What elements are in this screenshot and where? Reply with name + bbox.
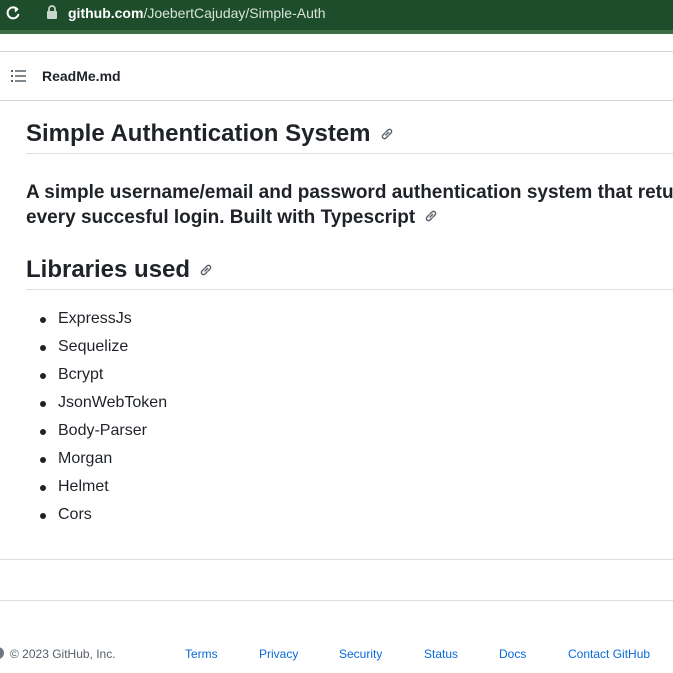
- bullet: [40, 485, 46, 491]
- footer-link-docs[interactable]: Docs: [499, 647, 526, 661]
- link-icon[interactable]: [198, 262, 214, 278]
- library-name: Sequelize: [58, 338, 129, 355]
- url-path: /JoebertCajuday/Simple-Auth: [143, 5, 326, 21]
- footer-link-security[interactable]: Security: [339, 647, 382, 661]
- bullet: [40, 317, 46, 323]
- footer-link-privacy[interactable]: Privacy: [259, 647, 298, 661]
- bullet: [40, 513, 46, 519]
- description-line-1: A simple username/email and password aut…: [26, 182, 673, 203]
- list-item: Bcrypt: [26, 361, 167, 389]
- list-item: Sequelize: [26, 333, 167, 361]
- bullet: [40, 457, 46, 463]
- footer-link-status[interactable]: Status: [424, 647, 458, 661]
- list-item: JsonWebToken: [26, 389, 167, 417]
- bullet: [40, 345, 46, 351]
- libraries-heading: Libraries used: [26, 255, 214, 285]
- libraries-list: ExpressJs Sequelize Bcrypt JsonWebToken …: [26, 305, 167, 529]
- list-item: Cors: [26, 501, 167, 529]
- libraries-heading-text: Libraries used: [26, 256, 191, 283]
- footer: © 2023 GitHub, Inc. Terms Privacy Securi…: [0, 645, 673, 665]
- library-name: Bcrypt: [58, 366, 104, 383]
- file-name[interactable]: ReadMe.md: [42, 68, 121, 84]
- bullet: [40, 401, 46, 407]
- description-line-2: every succesful login. Built with Typesc…: [26, 207, 416, 228]
- heading-divider: [26, 153, 673, 154]
- readme-description: A simple username/email and password aut…: [26, 180, 673, 230]
- library-name: Helmet: [58, 478, 109, 495]
- github-mark-icon[interactable]: [0, 647, 4, 659]
- bullet: [40, 373, 46, 379]
- heading-divider: [26, 289, 673, 290]
- list-item: Helmet: [26, 473, 167, 501]
- library-name: Cors: [58, 506, 92, 523]
- library-name: JsonWebToken: [58, 394, 168, 411]
- readme-title: Simple Authentication System: [26, 119, 395, 149]
- footer-divider: [0, 600, 673, 601]
- address-bar-url[interactable]: github.com/JoebertCajuday/Simple-Auth: [68, 5, 326, 21]
- list-item: Body-Parser: [26, 417, 167, 445]
- lock-icon: [47, 5, 57, 19]
- footer-link-terms[interactable]: Terms: [185, 647, 218, 661]
- library-name: Body-Parser: [58, 422, 147, 439]
- browser-address-bar: github.com/JoebertCajuday/Simple-Auth: [0, 0, 673, 34]
- url-host: github.com: [68, 5, 144, 21]
- reload-icon[interactable]: [5, 5, 21, 21]
- copyright: © 2023 GitHub, Inc.: [10, 647, 116, 661]
- footer-link-contact[interactable]: Contact GitHub: [568, 647, 650, 661]
- library-name: Morgan: [58, 450, 113, 467]
- list-item: ExpressJs: [26, 305, 167, 333]
- link-icon[interactable]: [379, 126, 395, 142]
- readme-title-text: Simple Authentication System: [26, 120, 371, 147]
- section-divider: [0, 559, 673, 560]
- file-header: ReadMe.md: [0, 51, 673, 101]
- bullet: [40, 429, 46, 435]
- table-of-contents-icon[interactable]: [11, 70, 26, 82]
- library-name: ExpressJs: [58, 310, 132, 327]
- link-icon[interactable]: [423, 208, 439, 224]
- list-item: Morgan: [26, 445, 167, 473]
